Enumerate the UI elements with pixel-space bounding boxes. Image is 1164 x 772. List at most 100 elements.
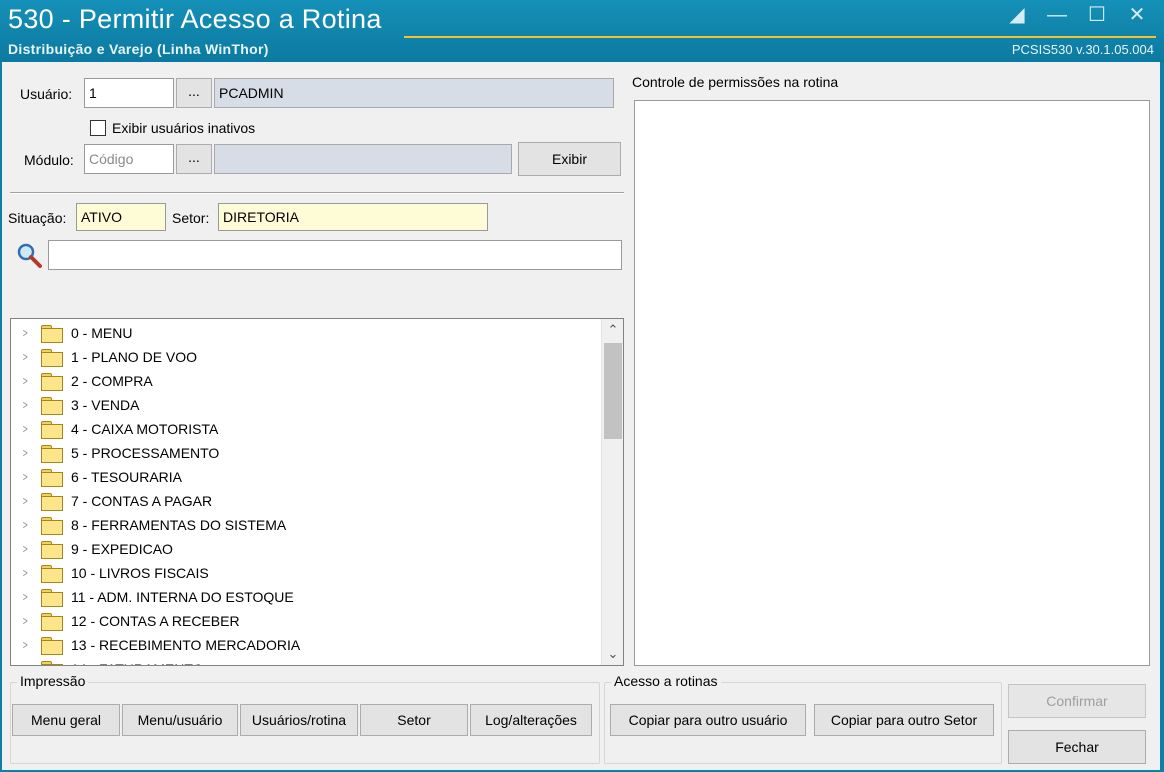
inactive-users-label: Exibir usuários inativos [112,120,256,136]
maximize-icon[interactable]: ☐ [1086,4,1108,26]
tree-item[interactable]: >11 - ADM. INTERNA DO ESTOQUE [11,585,591,609]
situacao-label: Situação: [8,210,67,226]
folder-icon [41,469,63,487]
tree-item-label: 7 - CONTAS A PAGAR [71,493,213,509]
chevron-right-icon[interactable]: > [23,542,31,556]
menu-usuario-button[interactable]: Menu/usuário [122,704,238,736]
chevron-right-icon[interactable]: > [23,566,31,580]
scroll-down-icon[interactable]: ⌄ [602,643,623,665]
tree-item[interactable]: >14 - FATURAMENTO [11,657,591,665]
usuarios-rotina-button[interactable]: Usuários/rotina [240,704,358,736]
inactive-users-checkbox[interactable] [90,120,106,136]
chevron-right-icon[interactable]: > [23,494,31,508]
copy-to-setor-button[interactable]: Copiar para outro Setor [814,704,994,736]
search-input[interactable] [48,240,622,270]
close-icon[interactable]: ✕ [1126,4,1148,26]
folder-icon [41,541,63,559]
modulo-name-field [214,144,512,174]
menu-geral-button[interactable]: Menu geral [12,704,120,736]
tree-item[interactable]: >7 - CONTAS A PAGAR [11,489,591,513]
module-tree[interactable]: >0 - MENU >1 - PLANO DE VOO >2 - COMPRA >3 … [10,318,624,666]
copy-to-user-button-label: Copiar para outro usuário [628,712,788,728]
confirmar-button[interactable]: Confirmar [1008,684,1146,718]
magnifier-icon[interactable] [16,242,44,270]
usuarios-rotina-button-label: Usuários/rotina [251,712,347,728]
copy-to-user-button[interactable]: Copiar para outro usuário [610,704,806,736]
modulo-lookup-button[interactable]: ... [176,144,212,174]
log-alteracoes-button-label: Log/alterações [485,712,577,728]
tree-item-label: 12 - CONTAS A RECEBER [71,613,240,629]
tree-item[interactable]: >6 - TESOURARIA [11,465,591,489]
tree-item[interactable]: >12 - CONTAS A RECEBER [11,609,591,633]
tree-item[interactable]: >8 - FERRAMENTAS DO SISTEMA [11,513,591,537]
usuario-label: Usuário: [20,86,73,102]
menu-usuario-button-label: Menu/usuário [137,712,223,728]
folder-icon [41,661,63,665]
chevron-right-icon[interactable]: > [23,662,31,665]
tree-scrollbar[interactable]: ⌃ ⌄ [601,319,623,665]
restore-icon[interactable]: ◢ [1006,4,1028,26]
tree-item-label: 9 - EXPEDICAO [71,541,173,557]
window-subtitle: Distribuição e Varejo (Linha WinThor) [8,41,269,57]
exibir-button[interactable]: Exibir [518,142,621,176]
log-alteracoes-button[interactable]: Log/alterações [470,704,592,736]
tree-item-label: 4 - CAIXA MOTORISTA [71,421,219,437]
scroll-up-icon[interactable]: ⌃ [602,319,623,341]
setor-label: Setor: [172,210,210,226]
situacao-field: ATIVO [76,203,166,231]
usuario-lookup-button[interactable]: ... [176,78,212,108]
folder-icon [41,613,63,631]
chevron-right-icon[interactable]: > [23,422,31,436]
chevron-right-icon[interactable]: > [23,398,31,412]
setor-field: DIRETORIA [218,203,488,231]
fechar-button[interactable]: Fechar [1008,730,1146,764]
tree-item-label: 6 - TESOURARIA [71,469,182,485]
chevron-right-icon[interactable]: > [23,374,31,388]
folder-icon [41,397,63,415]
folder-icon [41,373,63,391]
chevron-right-icon[interactable]: > [23,590,31,604]
acesso-group-title: Acesso a rotinas [611,673,721,689]
tree-item-label: 5 - PROCESSAMENTO [71,445,220,461]
tree-item[interactable]: >1 - PLANO DE VOO [11,345,591,369]
tree-item[interactable]: >13 - RECEBIMENTO MERCADORIA [11,633,591,657]
chevron-right-icon[interactable]: > [23,326,31,340]
chevron-right-icon[interactable]: > [23,446,31,460]
tree-item[interactable]: >0 - MENU [11,321,591,345]
tree-item-label: 13 - RECEBIMENTO MERCADORIA [71,637,301,653]
tree-item[interactable]: >9 - EXPEDICAO [11,537,591,561]
tree-item-label: 1 - PLANO DE VOO [71,349,198,365]
folder-icon [41,589,63,607]
tree-item[interactable]: >4 - CAIXA MOTORISTA [11,417,591,441]
tree-item-label: 0 - MENU [71,325,133,341]
tree-item[interactable]: >10 - LIVROS FISCAIS [11,561,591,585]
chevron-right-icon[interactable]: > [23,518,31,532]
impressao-group-title: Impressão [17,673,89,689]
tree-item-label: 2 - COMPRA [71,373,153,389]
minimize-icon[interactable]: — [1046,4,1068,26]
menu-geral-button-label: Menu geral [30,712,102,728]
scroll-thumb[interactable] [604,343,622,439]
chevron-right-icon[interactable]: > [23,614,31,628]
version-label: PCSIS530 v.30.1.05.004 [1011,42,1154,57]
usuario-name-field: PCADMIN [214,78,614,108]
tree-item-label: 8 - FERRAMENTAS DO SISTEMA [71,517,287,533]
tree-item[interactable]: >2 - COMPRA [11,369,591,393]
window-title: 530 - Permitir Acesso a Rotina [8,4,382,34]
setor-button[interactable]: Setor [360,704,468,736]
folder-icon [41,637,63,655]
tree-item[interactable]: >3 - VENDA [11,393,591,417]
form-separator [10,192,624,194]
usuario-code-input[interactable]: 1 [84,78,174,108]
chevron-right-icon[interactable]: > [23,638,31,652]
chevron-right-icon[interactable]: > [23,470,31,484]
folder-icon [41,517,63,535]
chevron-right-icon[interactable]: > [23,350,31,364]
modulo-code-input[interactable]: Código [84,144,174,174]
permissions-panel[interactable] [634,100,1150,666]
fechar-button-label: Fechar [1055,739,1099,755]
tree-item[interactable]: >5 - PROCESSAMENTO [11,441,591,465]
tree-item-label: 14 - FATURAMENTO [71,661,204,665]
folder-icon [41,493,63,511]
folder-icon [41,349,63,367]
